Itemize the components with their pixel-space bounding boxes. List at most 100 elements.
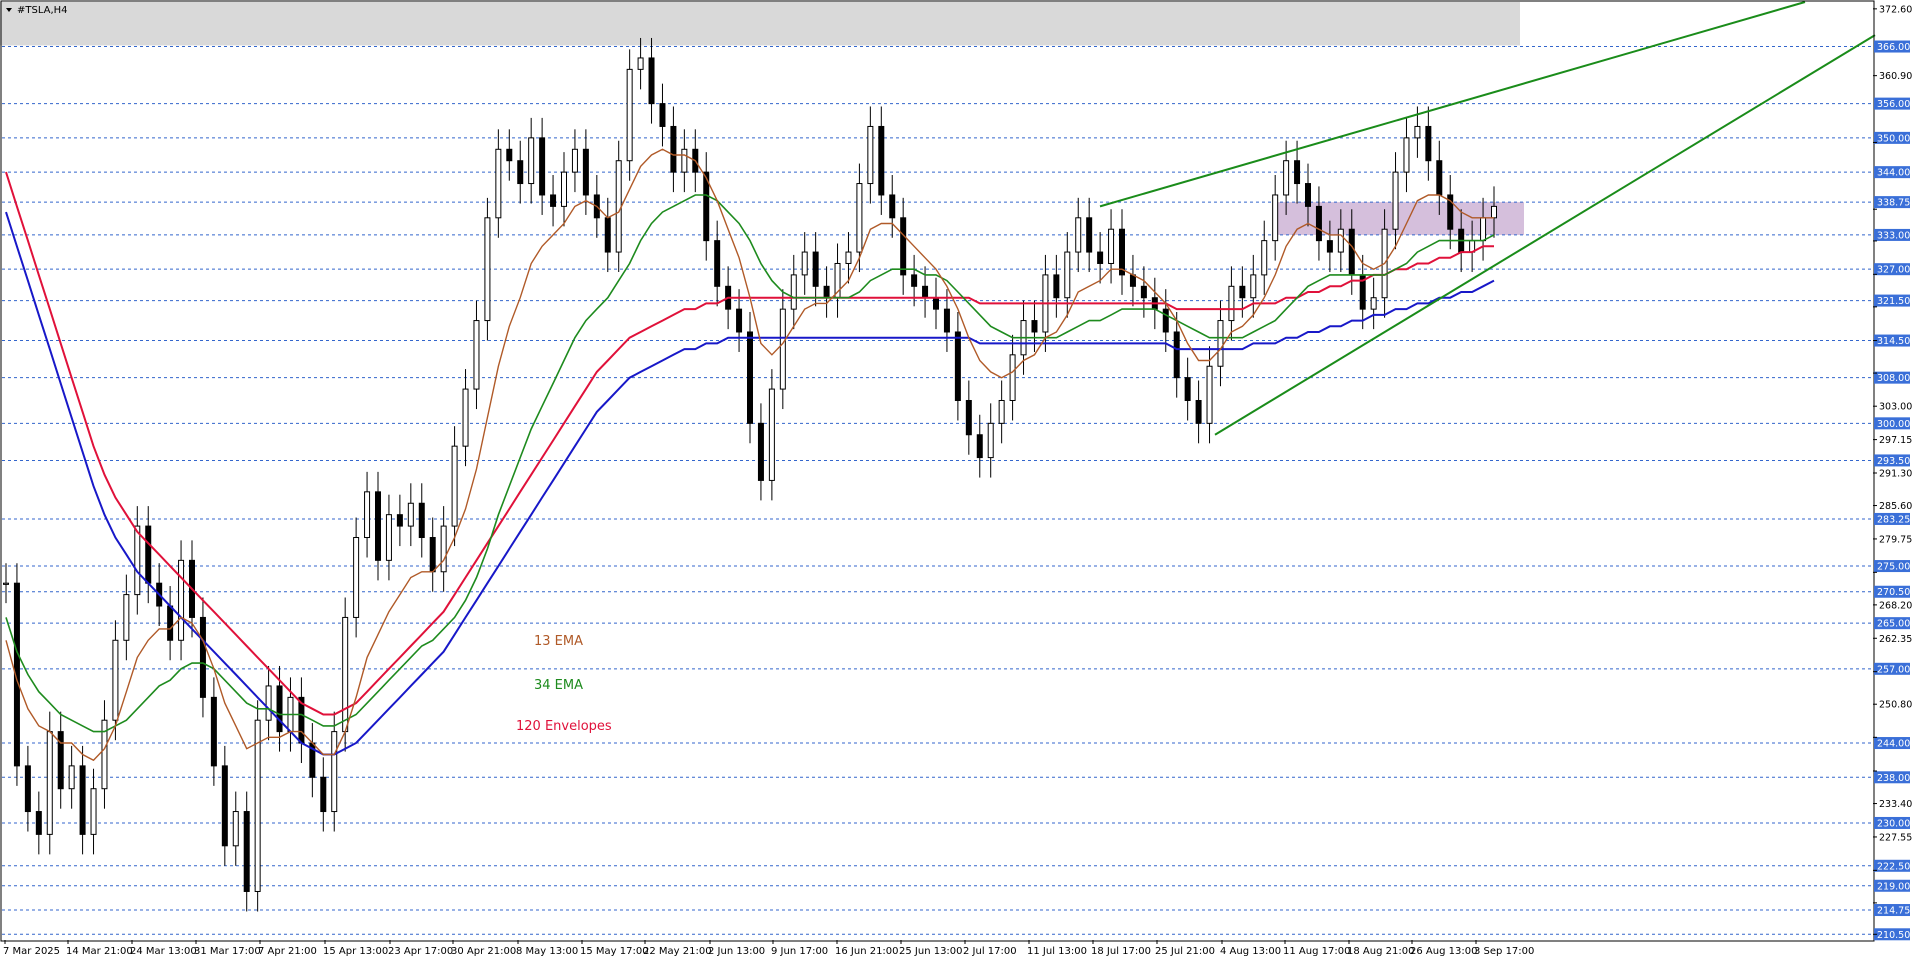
price-level-label: 350.00 <box>1877 133 1910 144</box>
candle-body <box>1053 274 1060 299</box>
candle-body <box>1206 365 1213 424</box>
time-tick-label: 26 Aug 13:00 <box>1410 946 1477 957</box>
candle-body <box>1009 354 1016 401</box>
candle-body <box>976 434 983 459</box>
candle-body <box>276 685 283 733</box>
candle-body <box>134 525 141 596</box>
time-tick-label: 25 Jun 13:00 <box>899 946 963 957</box>
price-tick-label: 268.20 <box>1879 600 1912 611</box>
time-tick-label: 22 May 21:00 <box>643 946 712 957</box>
chart-background <box>0 0 1916 963</box>
candle-body <box>1337 228 1344 253</box>
candle-body <box>561 171 567 207</box>
candle-body <box>1480 217 1487 242</box>
candle-body <box>320 776 327 813</box>
candle-body <box>736 308 743 333</box>
time-tick-label: 11 Jul 13:00 <box>1027 946 1087 957</box>
candle-body <box>823 285 830 299</box>
candle-body <box>1272 194 1279 242</box>
candle-body <box>582 148 589 196</box>
price-tick-label: 250.80 <box>1879 700 1912 711</box>
candle-body <box>922 285 929 299</box>
candle-body <box>659 103 666 127</box>
candle-body <box>123 594 130 641</box>
price-tick-label: 303.00 <box>1879 402 1912 413</box>
price-level-label: 230.00 <box>1877 818 1910 829</box>
price-chart[interactable]: 366.00 356.00 350.00 344.00 338.75 333.00 327.… <box>0 0 1916 963</box>
candle-body <box>1075 217 1082 253</box>
candle-body <box>1184 377 1191 401</box>
candle-body <box>571 148 578 173</box>
candle-body <box>364 491 371 539</box>
candle-body <box>495 148 502 219</box>
time-tick-label: 4 Aug 13:00 <box>1220 946 1281 957</box>
time-tick-label: 23 Apr 17:00 <box>388 946 453 957</box>
candle-body <box>407 502 414 527</box>
candle-body <box>681 148 688 173</box>
candle-body <box>1348 228 1355 276</box>
time-tick-label: 8 May 13:00 <box>516 946 578 957</box>
time-tick-label: 2 Jun 13:00 <box>708 946 765 957</box>
candle-body <box>845 251 852 264</box>
candle-body <box>1283 160 1290 196</box>
time-tick-label: 9 Jun 17:00 <box>771 946 828 957</box>
candle-body <box>506 148 513 162</box>
candle-body <box>856 183 863 253</box>
candle-body <box>1491 205 1497 219</box>
candle-body <box>1108 228 1115 264</box>
candle-body <box>1261 240 1268 276</box>
candle-body <box>1305 183 1311 207</box>
candle-body <box>210 696 217 767</box>
candle-body <box>1162 308 1169 333</box>
candle-body <box>178 559 185 641</box>
candle-body <box>757 422 764 481</box>
price-level-label: 300.00 <box>1877 419 1910 430</box>
time-tick-label: 11 Aug 17:00 <box>1283 946 1350 957</box>
price-tick-label: 285.60 <box>1879 501 1912 512</box>
time-tick-label: 30 Apr 21:00 <box>451 946 516 957</box>
candle-body <box>46 731 53 835</box>
candle-body <box>714 240 721 287</box>
symbol-title: #TSLA,H4 <box>17 5 68 16</box>
price-level-label: 283.25 <box>1877 514 1910 525</box>
time-tick-label: 18 Aug 21:00 <box>1347 946 1414 957</box>
time-tick-label: 24 Mar 13:00 <box>130 946 197 957</box>
candle-body <box>342 616 349 733</box>
legend-ema34: 34 EMA <box>534 678 583 693</box>
candle-body <box>353 537 360 618</box>
candle-body <box>604 217 611 253</box>
candle-body <box>965 399 972 436</box>
candle-body <box>933 297 939 310</box>
supply-zone <box>0 2 1520 46</box>
candle-body <box>232 811 239 847</box>
price-level-label: 338.75 <box>1877 198 1910 209</box>
candle-body <box>429 537 436 573</box>
price-level-label: 244.00 <box>1877 739 1910 750</box>
price-level-label: 265.00 <box>1877 619 1910 630</box>
candle-body <box>221 765 228 847</box>
candle-body <box>943 308 950 333</box>
candle-body <box>812 251 819 287</box>
candle-body <box>517 160 524 185</box>
candle-body <box>1294 160 1301 185</box>
price-tick-label: 291.30 <box>1879 468 1912 479</box>
time-tick-label: 31 Mar 17:00 <box>194 946 261 957</box>
candle-body <box>254 719 261 892</box>
candle-body <box>331 731 338 813</box>
candle-body <box>768 388 775 481</box>
price-level-label: 366.00 <box>1877 42 1910 53</box>
time-tick-label: 18 Jul 17:00 <box>1091 946 1151 957</box>
candle-body <box>998 399 1005 424</box>
time-tick-label: 15 May 17:00 <box>580 946 649 957</box>
price-level-label: 257.00 <box>1877 664 1910 675</box>
time-tick-label: 7 Apr 21:00 <box>258 946 317 957</box>
candle-body <box>790 274 797 310</box>
candle-body <box>385 514 392 561</box>
time-tick-label: 15 Apr 13:00 <box>323 946 388 957</box>
candle-body <box>779 308 786 390</box>
time-tick-label: 7 Mar 2025 <box>3 946 60 957</box>
candle-body <box>539 137 546 196</box>
price-level-label: 219.00 <box>1877 881 1910 892</box>
candle-body <box>167 605 174 641</box>
candle-body <box>747 331 753 424</box>
